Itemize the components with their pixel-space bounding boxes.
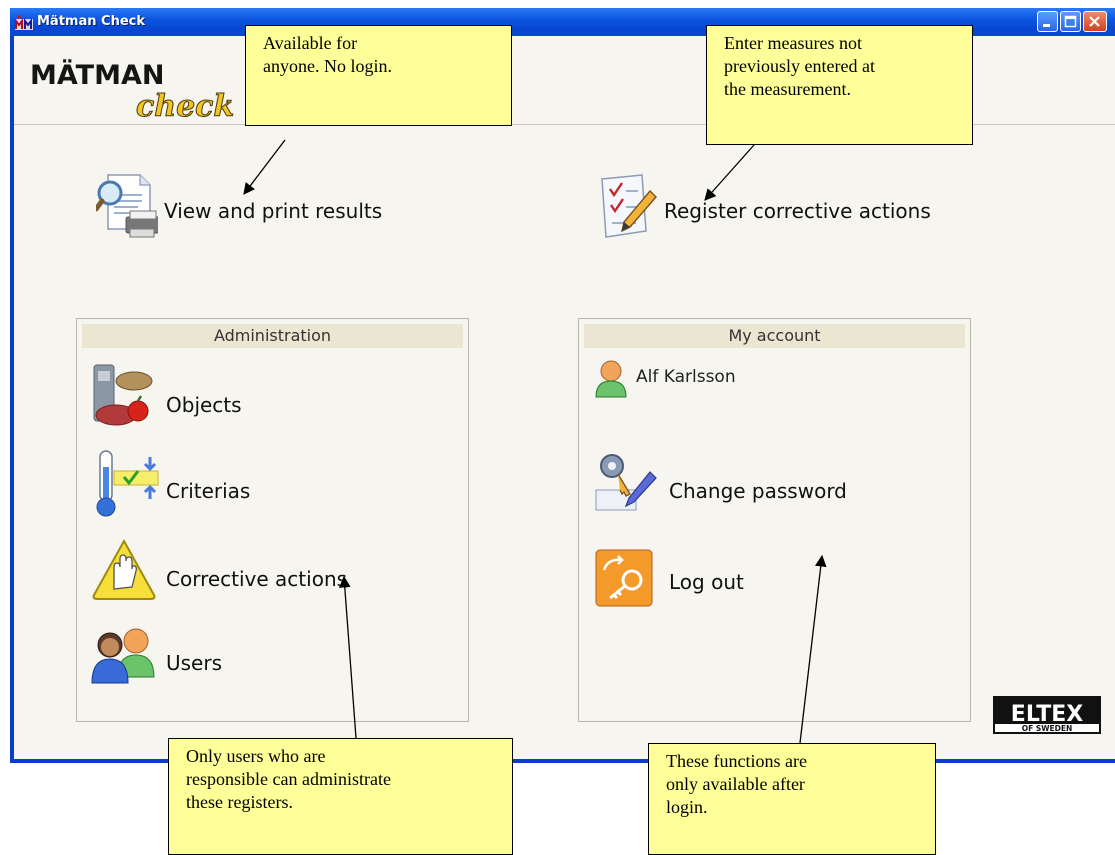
eltex-logo: ELTEX OF SWEDEN	[993, 696, 1101, 734]
window-title: Mätman Check	[37, 14, 145, 29]
corrective-actions-link[interactable]: Corrective actions	[90, 537, 420, 603]
users-label: Users	[166, 651, 223, 675]
annotation-after-login: These functions are only available after…	[648, 743, 936, 855]
logout-label: Log out	[669, 570, 744, 594]
view-print-results-link[interactable]: View and print results	[96, 171, 436, 251]
logout-key-icon	[595, 549, 653, 607]
logout-link[interactable]: Log out	[594, 548, 894, 614]
thermometer-icon	[96, 450, 159, 517]
maximize-icon	[1064, 15, 1077, 28]
annotation-line: Only users who are	[186, 746, 326, 766]
annotation-line: responsible can administrate	[186, 769, 391, 789]
matman-check-logo: MÄTMAN check	[30, 59, 235, 125]
users-link[interactable]: Users	[90, 623, 390, 689]
annotation-enter-measures: Enter measures not previously entered at…	[706, 25, 973, 145]
annotation-line: anyone. No login.	[263, 56, 392, 76]
change-password-label: Change password	[669, 479, 847, 503]
objects-label: Objects	[166, 393, 242, 417]
objects-icon	[93, 364, 153, 426]
administration-heading: Administration	[82, 324, 463, 348]
user-name: Alf Karlsson	[636, 367, 736, 387]
checklist-pencil-icon	[601, 174, 657, 238]
annotation-line: these registers.	[186, 792, 293, 812]
annotation-line: Enter measures not	[724, 33, 862, 53]
criterias-link[interactable]: Criterias	[90, 449, 390, 517]
current-user: Alf Karlsson	[594, 359, 894, 403]
logo-text-matman: MÄTMAN	[30, 59, 164, 91]
criterias-label: Criterias	[166, 479, 251, 503]
logo-text-check: check	[136, 89, 234, 124]
change-password-link[interactable]: Change password	[594, 452, 914, 518]
register-corrective-actions-link[interactable]: Register corrective actions	[596, 171, 986, 251]
view-print-results-label: View and print results	[164, 199, 383, 223]
annotation-line: These functions are	[666, 751, 807, 771]
maximize-button[interactable]	[1060, 11, 1081, 32]
annotation-line: only available after	[666, 774, 805, 794]
annotation-no-login: Available for anyone. No login.	[245, 25, 512, 126]
minimize-button[interactable]	[1037, 11, 1058, 32]
eltex-sub: OF SWEDEN	[1022, 724, 1073, 733]
objects-link[interactable]: Objects	[90, 363, 390, 429]
app-icon	[15, 15, 33, 30]
view-print-icon	[96, 174, 158, 238]
close-icon	[1089, 16, 1100, 27]
close-button[interactable]	[1083, 11, 1107, 32]
corrective-actions-label: Corrective actions	[166, 567, 348, 591]
register-corrective-actions-label: Register corrective actions	[664, 199, 931, 223]
user-avatar-icon	[595, 360, 627, 398]
my-account-heading: My account	[584, 324, 965, 348]
annotation-line: login.	[666, 797, 708, 817]
annotation-responsible-users: Only users who are responsible can admin…	[168, 738, 513, 855]
minimize-icon	[1043, 24, 1050, 27]
my-account-group: My account Alf Karlsson Change password	[578, 318, 971, 722]
warning-hand-icon	[92, 538, 156, 600]
annotation-line: previously entered at	[724, 56, 875, 76]
users-icon	[91, 628, 155, 684]
annotation-line: Available for	[263, 33, 358, 53]
change-password-icon	[595, 454, 657, 511]
administration-group: Administration Objects Criterias Correct…	[76, 318, 469, 722]
annotation-line: the measurement.	[724, 79, 851, 99]
